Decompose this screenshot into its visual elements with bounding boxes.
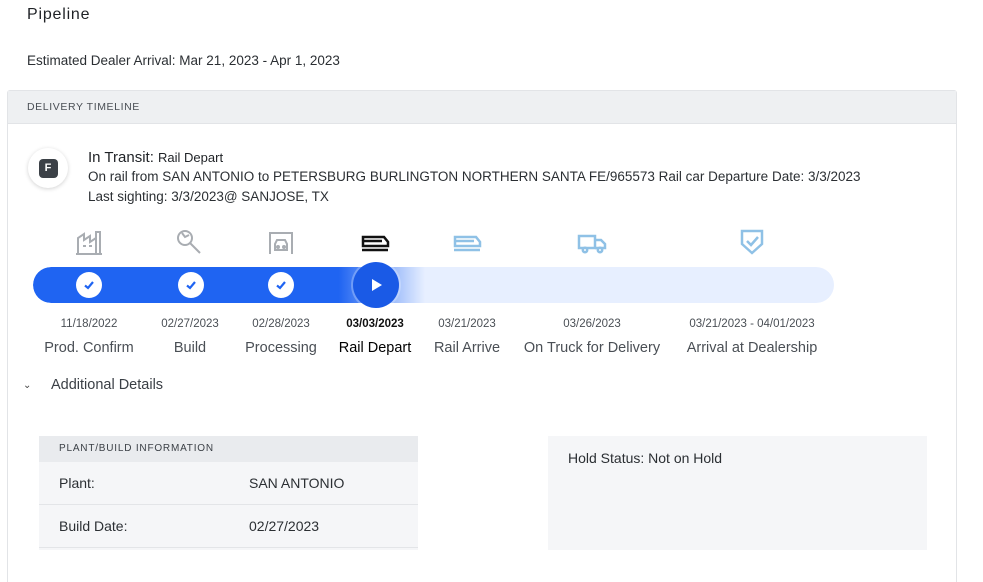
plant-build-panel: PLANT/BUILD INFORMATION Plant: SAN ANTON…: [39, 436, 418, 550]
status-badge-circle: F: [28, 148, 68, 188]
delivery-timeline-header: DELIVERY TIMELINE: [8, 91, 956, 124]
step-complete-icon: [268, 272, 294, 298]
chevron-down-icon: ⌄: [23, 379, 32, 391]
current-step-play-icon: [353, 262, 399, 308]
last-sighting: Last sighting: 3/3/2023@ SANJOSE, TX: [88, 189, 329, 204]
hold-status-panel: Hold Status: Not on Hold: [548, 436, 927, 550]
build-date-label: Build Date:: [59, 518, 128, 534]
plant-build-header: PLANT/BUILD INFORMATION: [39, 436, 418, 462]
truck-icon: [576, 227, 608, 257]
transit-status-label: In Transit:: [88, 149, 154, 166]
step-label-arrival-dealership: Arrival at Dealership: [686, 340, 818, 356]
status-badge: F: [38, 158, 58, 178]
additional-details-toggle[interactable]: ⌄ Additional Details: [23, 377, 163, 393]
progress-track: [33, 267, 834, 303]
build-date-value: 02/27/2023: [249, 518, 320, 534]
transit-status-title: In Transit: Rail Depart: [88, 148, 861, 167]
rail-arrive-icon: [451, 227, 483, 257]
hold-status-text: Hold Status: Not on Hold: [568, 450, 723, 466]
step-date: 03/21/2023 - 04/01/2023: [689, 318, 815, 330]
step-complete-icon: [178, 272, 204, 298]
shield-check-icon: [736, 227, 768, 257]
factory-icon: [73, 227, 105, 257]
rail-depart-icon: [359, 227, 391, 257]
plant-row: Plant: SAN ANTONIO: [39, 462, 418, 505]
step-label-on-truck: On Truck for Delivery: [523, 340, 661, 356]
transit-status: In Transit: Rail Depart On rail from SAN…: [88, 148, 861, 207]
transit-status-value: Rail Depart: [158, 150, 224, 165]
plant-value: SAN ANTONIO: [249, 475, 345, 491]
wrench-icon: [173, 227, 205, 257]
estimated-dealer-arrival: Estimated Dealer Arrival: Mar 21, 2023 -…: [27, 53, 340, 68]
build-date-row: Build Date: 02/27/2023: [39, 505, 418, 548]
additional-details-label: Additional Details: [51, 377, 164, 393]
step-complete-icon: [76, 272, 102, 298]
page-title: Pipeline: [27, 6, 91, 23]
delivery-timeline-card: DELIVERY TIMELINE F In Transit: Rail Dep…: [7, 90, 957, 582]
step-date: 03/26/2023: [563, 318, 621, 330]
car-wash-icon: [265, 227, 297, 257]
plant-label: Plant:: [59, 475, 95, 491]
transit-detail: On rail from SAN ANTONIO to PETERSBURG B…: [88, 169, 861, 184]
